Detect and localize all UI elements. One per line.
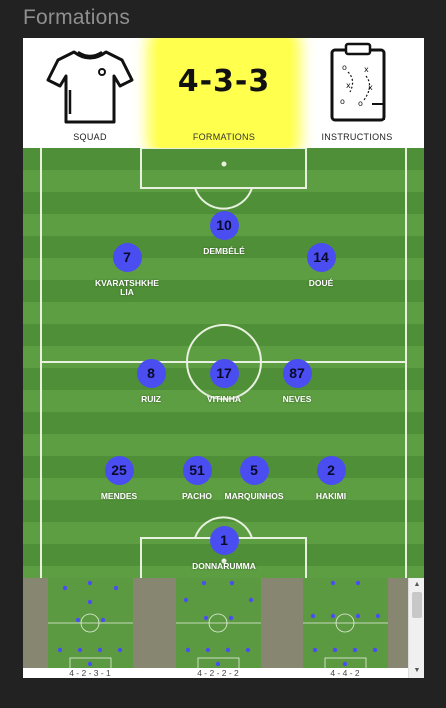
player-marker[interactable]: 7 KVARATSHKHE LIA xyxy=(82,243,172,297)
svg-text:o: o xyxy=(358,99,363,108)
svg-text:x: x xyxy=(346,81,351,90)
player-number: 51 xyxy=(182,456,212,485)
strip-gap xyxy=(133,578,176,668)
formation-thumb-4-4-2[interactable] xyxy=(303,578,388,668)
tab-formations-label: FORMATIONS xyxy=(192,132,256,142)
formation-thumb-4-2-2-2[interactable] xyxy=(176,578,261,668)
player-marker[interactable]: 2 HAKIMI xyxy=(286,456,376,501)
mini-pitch xyxy=(48,578,133,668)
player-name: DOUÉ xyxy=(308,278,334,288)
shirt-icon xyxy=(46,50,134,124)
player-name: DEMBÉLÉ xyxy=(203,246,245,256)
svg-text:o: o xyxy=(342,63,347,72)
player-name: MENDES xyxy=(100,491,138,501)
svg-text:x: x xyxy=(364,65,369,74)
player-number: 17 xyxy=(209,359,239,388)
player-number: 2 xyxy=(316,456,346,485)
player-name: HAKIMI xyxy=(315,491,347,501)
player-marker[interactable]: 25 MENDES xyxy=(74,456,164,501)
player-name: NEVES xyxy=(282,394,312,404)
strip-gap xyxy=(261,578,303,668)
strip-scrollbar[interactable]: ▲ ▼ xyxy=(408,578,424,678)
scroll-thumb[interactable] xyxy=(412,592,422,618)
formation-options-strip[interactable]: 4 - 2 - 3 - 1 4 - 2 - 2 - 2 4 - 4 - 2 xyxy=(23,578,424,678)
player-number: 14 xyxy=(306,243,336,272)
player-name: DONNARUMMA xyxy=(192,561,256,571)
formation-option-label[interactable]: 4 - 2 - 2 - 2 xyxy=(163,668,273,678)
formation-option-label[interactable]: 4 - 4 - 2 xyxy=(290,668,400,678)
strip-gap xyxy=(23,578,48,668)
player-number: 5 xyxy=(239,456,269,485)
formation-thumb-4-2-3-1[interactable] xyxy=(48,578,133,668)
formation-panel: SQUAD 4-3-3 FORMATIONS o x x x o o INSTR… xyxy=(23,38,424,678)
tactics-board-icon: o x x x o o xyxy=(330,42,386,122)
player-marker[interactable]: 10 DEMBÉLÉ xyxy=(179,211,269,256)
player-number: 25 xyxy=(104,456,134,485)
tab-instructions-label: INSTRUCTIONS xyxy=(321,132,393,142)
tab-instructions[interactable]: o x x x o o INSTRUCTIONS xyxy=(290,38,424,148)
scroll-down-arrow-icon[interactable]: ▼ xyxy=(409,666,424,676)
player-number: 1 xyxy=(209,526,239,555)
page-title: Formations xyxy=(23,6,131,29)
pitch: 10 DEMBÉLÉ 7 KVARATSHKHE LIA 14 DOUÉ 8 R… xyxy=(23,148,424,578)
player-marker[interactable]: 14 DOUÉ xyxy=(276,243,366,288)
player-number: 8 xyxy=(136,359,166,388)
svg-text:o: o xyxy=(340,97,345,106)
player-number: 10 xyxy=(209,211,239,240)
tab-squad[interactable]: SQUAD xyxy=(23,38,157,148)
tab-squad-label: SQUAD xyxy=(73,132,107,142)
svg-text:x: x xyxy=(368,83,373,92)
tab-bar: SQUAD 4-3-3 FORMATIONS o x x x o o INSTR… xyxy=(23,38,424,148)
player-name: KVARATSHKHE LIA xyxy=(95,278,159,297)
tab-formations[interactable]: 4-3-3 FORMATIONS xyxy=(157,38,291,148)
current-formation: 4-3-3 xyxy=(177,64,271,99)
player-marker[interactable]: 87 NEVES xyxy=(252,359,342,404)
scroll-up-arrow-icon[interactable]: ▲ xyxy=(409,580,424,590)
formation-option-label[interactable]: 4 - 2 - 3 - 1 xyxy=(35,668,145,678)
player-number: 87 xyxy=(282,359,312,388)
mini-pitch xyxy=(303,578,388,668)
player-number: 7 xyxy=(112,243,142,272)
strip-gap xyxy=(388,578,408,668)
mini-pitch xyxy=(176,578,261,668)
player-marker[interactable]: 1 DONNARUMMA xyxy=(179,526,269,571)
